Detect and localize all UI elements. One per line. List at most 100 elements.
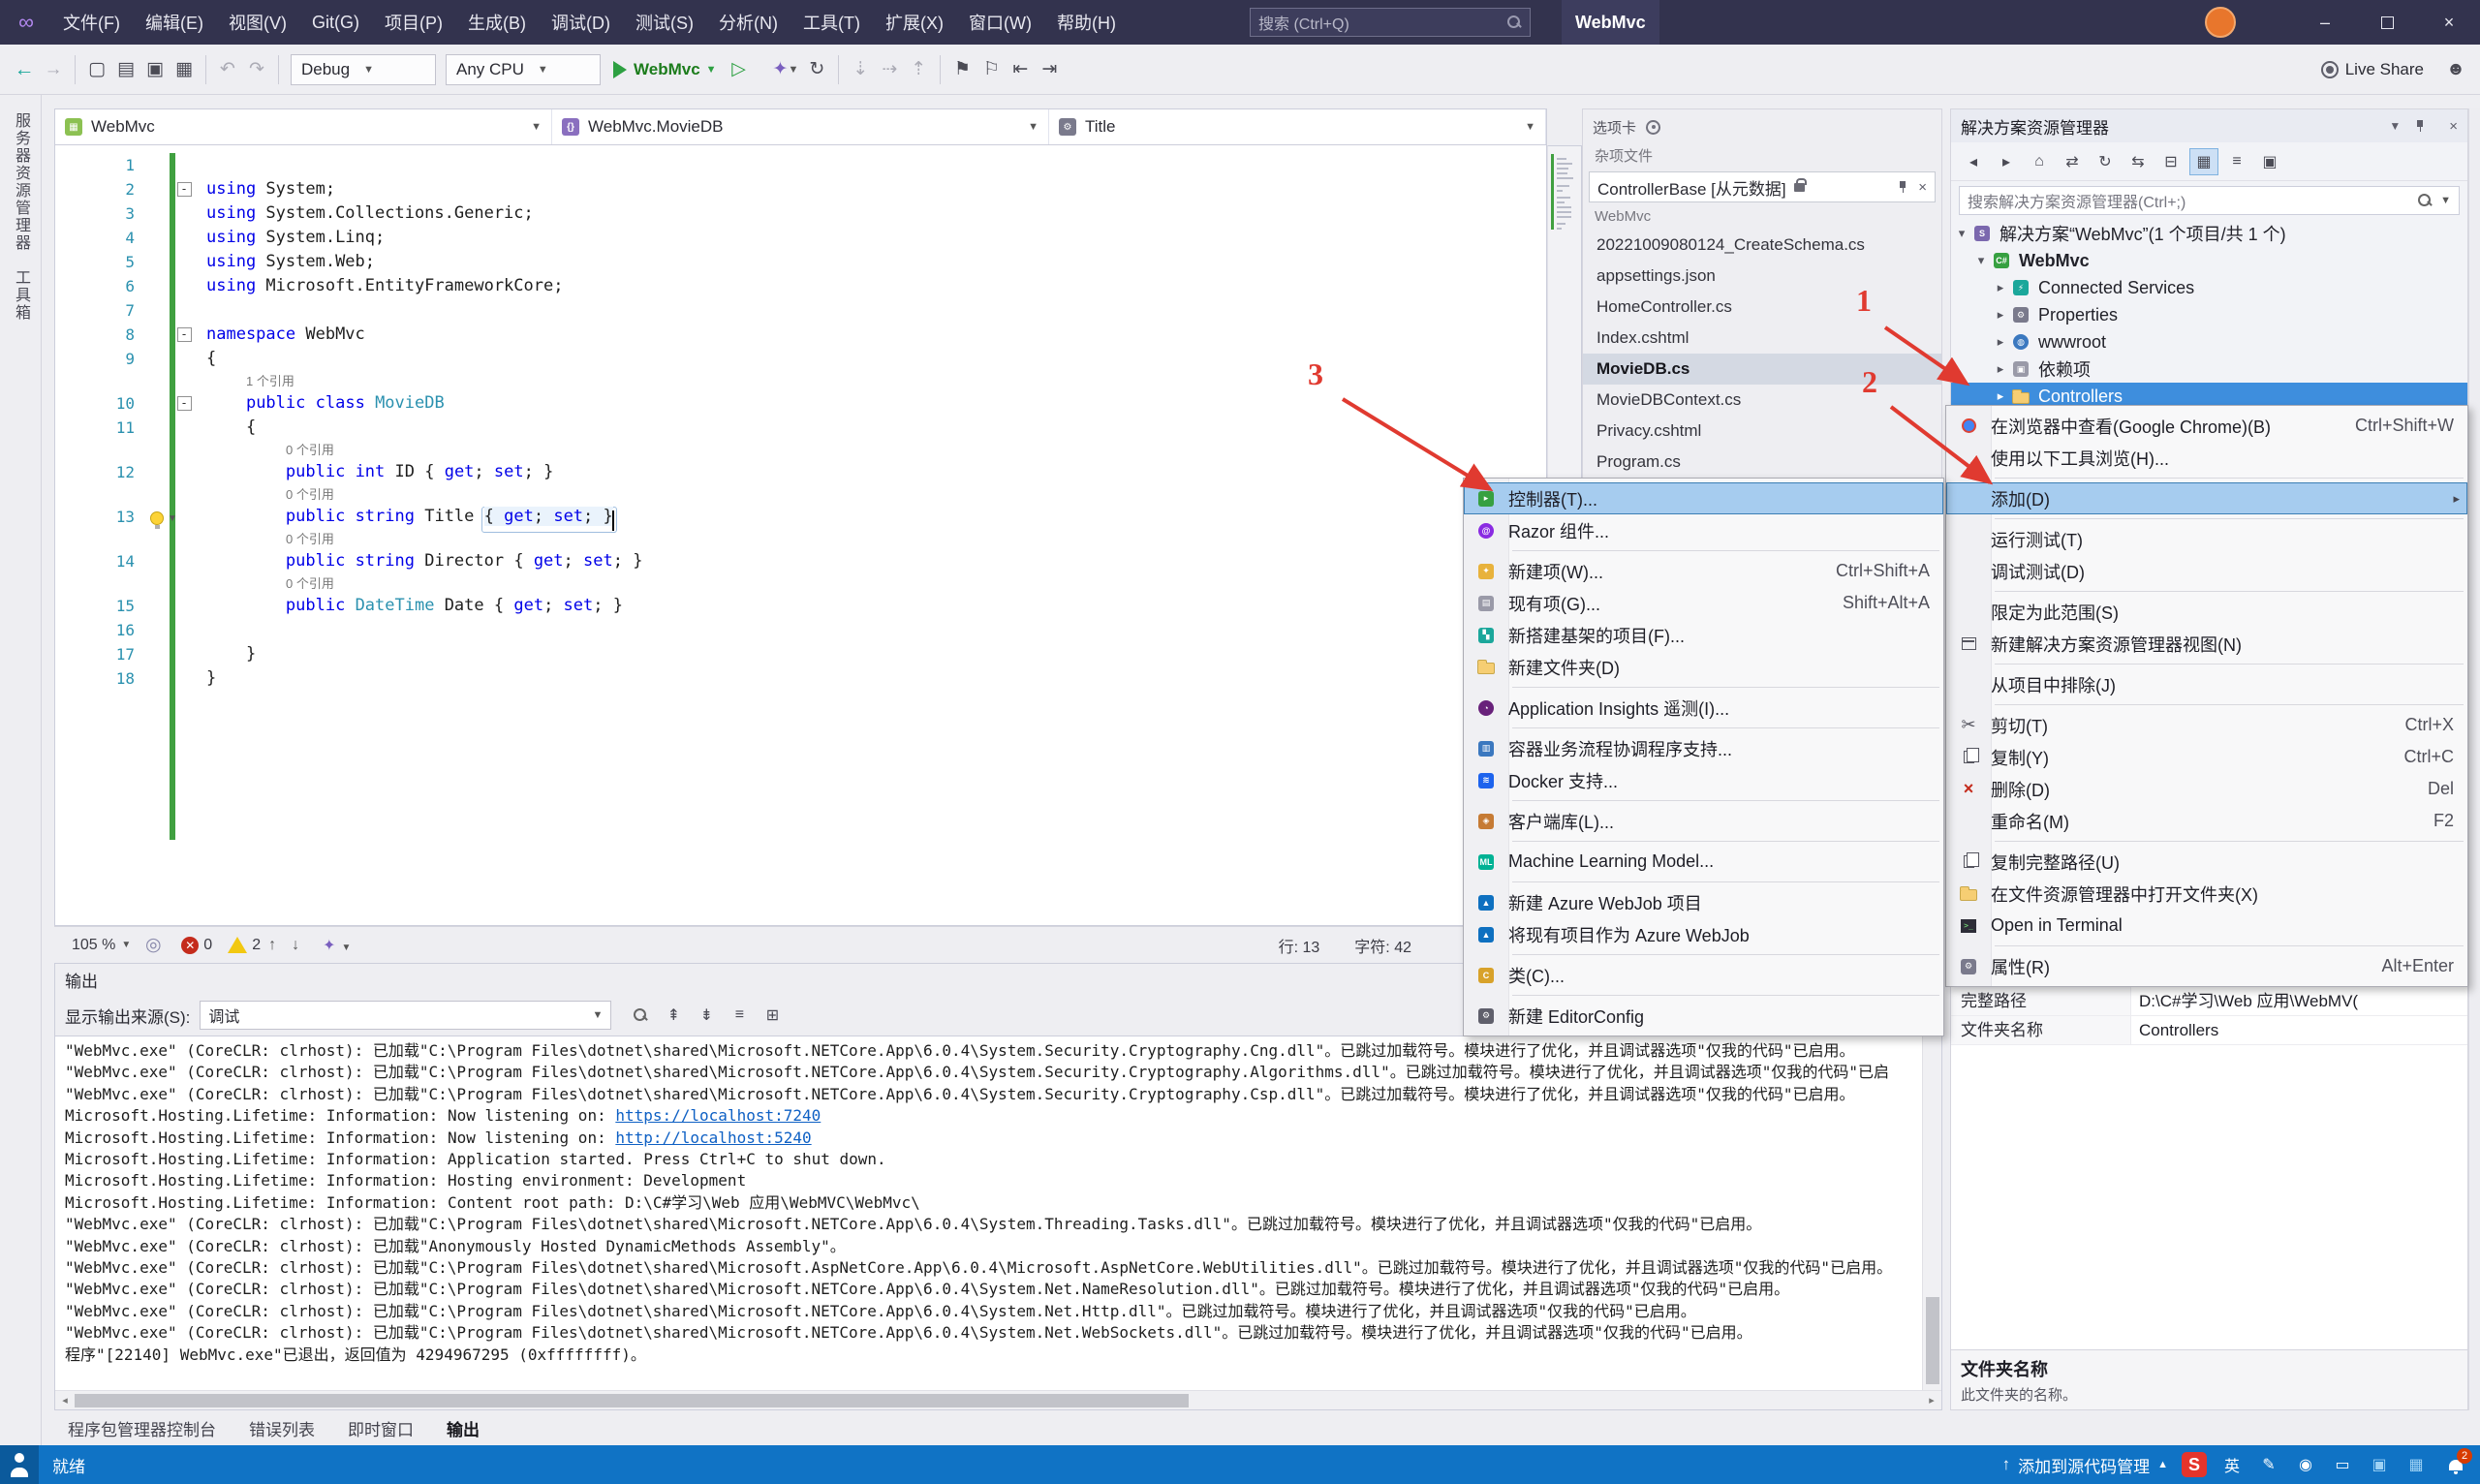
solution-explorer-header[interactable]: 解决方案资源管理器 ▼ × (1951, 109, 2467, 142)
document-tab-active[interactable]: MovieDB.cs (1583, 354, 1941, 385)
error-count[interactable]: 0 (203, 937, 212, 954)
output-source-dropdown[interactable]: 调试▼ (200, 1001, 611, 1030)
bookmark-next-button[interactable]: ⚐ (976, 52, 1006, 87)
menu-view[interactable]: 视图(V) (216, 0, 299, 45)
menu-item-delete[interactable]: × 删除(D) Del (1946, 773, 2467, 805)
maximize-button[interactable] (2356, 0, 2418, 45)
bookmark-button[interactable]: ⚑ (947, 52, 976, 87)
right-scrollbar-strip[interactable] (2468, 108, 2480, 1410)
menu-item-application-insights[interactable]: ◔ Application Insights 遥测(I)... (1464, 692, 1943, 724)
menu-help[interactable]: 帮助(H) (1044, 0, 1129, 45)
menu-item-copy-full-path[interactable]: 复制完整路径(U) (1946, 846, 2467, 878)
goto-previous-message-icon[interactable]: ⇞ (660, 1003, 687, 1028)
sync-with-active-document-icon[interactable]: ⇆ (2124, 148, 2153, 175)
menu-item-new-folder[interactable]: 新建文件夹(D) (1464, 651, 1943, 683)
menu-item-scope-to-this[interactable]: 限定为此范围(S) (1946, 596, 2467, 628)
properties-icon[interactable]: ≡ (2222, 148, 2251, 175)
show-all-files-icon[interactable]: ▦ (2189, 148, 2218, 175)
settings-icon[interactable]: ▣ (2368, 1455, 2391, 1474)
menu-item-new-solution-explorer-view[interactable]: 新建解决方案资源管理器视图(N) (1946, 628, 2467, 660)
lightbulb-icon[interactable]: ▼ (150, 508, 189, 529)
tab-immediate-window[interactable]: 即时窗口 (348, 1416, 414, 1440)
document-tab[interactable]: 20221009080124_CreateSchema.cs (1583, 230, 1941, 261)
codelens-references[interactable]: 0 个引用 (55, 484, 1546, 505)
feedback-button[interactable]: ☻ (2441, 52, 2470, 87)
menu-item-class[interactable]: C 类(C)... (1464, 959, 1943, 991)
document-tab[interactable]: appsettings.json (1583, 261, 1941, 292)
scroll-right-icon[interactable]: ▸ (1922, 1394, 1941, 1407)
menu-item-new-item[interactable]: ✦ 新建项(W)... Ctrl+Shift+A (1464, 555, 1943, 587)
menu-item-view-in-browser[interactable]: 在浏览器中查看(Google Chrome)(B) Ctrl+Shift+W (1946, 410, 2467, 442)
toolbox-tab[interactable]: 工具箱 (9, 269, 32, 322)
zoom-dropdown[interactable]: 105 %▼ (64, 937, 139, 954)
keyboard-icon[interactable]: ▭ (2331, 1455, 2354, 1474)
tree-item-project-webmvc[interactable]: ▾ C# WebMvc (1951, 247, 2467, 274)
back-icon[interactable]: ◂ (1959, 148, 1988, 175)
sogou-input-icon[interactable]: S (2182, 1452, 2207, 1477)
menu-item-add[interactable]: 添加(D) ▸ (1946, 482, 2467, 514)
close-icon[interactable]: × (1918, 179, 1927, 196)
menu-item-existing-project-as-azure-webjob[interactable]: ▲ 将现有项目作为 Azure WebJob (1464, 918, 1943, 950)
step-into-button[interactable]: ⇣ (846, 52, 875, 87)
pin-icon[interactable] (2414, 120, 2426, 132)
start-without-debugging-button[interactable]: ▷ (725, 52, 754, 87)
account-avatar[interactable] (2205, 7, 2236, 38)
layout-icon[interactable]: ▦ (2404, 1455, 2428, 1474)
step-out-button[interactable]: ⇡ (904, 52, 933, 87)
quick-search-input[interactable]: 搜索 (Ctrl+Q) (1250, 8, 1531, 37)
menu-item-exclude-from-project[interactable]: 从项目中排除(J) (1946, 668, 2467, 700)
menu-item-new-scaffolded-item[interactable]: ▚ 新搭建基架的项目(F)... (1464, 619, 1943, 651)
output-vertical-scrollbar[interactable] (1922, 1036, 1941, 1392)
menu-item-client-side-library[interactable]: ◈ 客户端库(L)... (1464, 805, 1943, 837)
tab-output[interactable]: 输出 (447, 1416, 480, 1440)
previous-issue-button[interactable]: ↑ (268, 937, 276, 954)
add-to-source-control-button[interactable]: ↑ 添加到源代码管理 ▲ (2002, 1453, 2168, 1477)
chevron-down-icon[interactable]: ▼ (2389, 119, 2401, 133)
document-health-icon[interactable]: ◎ (139, 928, 168, 963)
menu-build[interactable]: 生成(B) (455, 0, 539, 45)
code-editor[interactable]: ▼ 1 2-using System; 3using System.Collec… (54, 145, 1547, 926)
next-issue-button[interactable]: ↓ (292, 937, 299, 954)
step-over-button[interactable]: ⇢ (875, 52, 904, 87)
menu-item-rename[interactable]: 重命名(M) F2 (1946, 805, 2467, 837)
member-dropdown[interactable]: ⚙ Title▼ (1049, 109, 1546, 144)
menu-item-controller[interactable]: ▸ 控制器(T)... (1464, 482, 1943, 514)
forward-icon[interactable]: ▸ (1992, 148, 2021, 175)
tree-item-dependencies[interactable]: ▸ ▣ 依赖项 (1951, 356, 2467, 383)
codelens-references[interactable]: 1 个引用 (55, 371, 1546, 391)
menu-item-browse-with[interactable]: 使用以下工具浏览(H)... (1946, 442, 2467, 474)
tree-item-properties[interactable]: ▸ ⚙ Properties (1951, 301, 2467, 328)
solution-platform-dropdown[interactable]: Any CPU▼ (446, 54, 601, 85)
undo-button[interactable]: ↶ (213, 52, 242, 87)
pin-icon[interactable] (1897, 181, 1908, 193)
output-horizontal-scrollbar[interactable]: ◂ ▸ (55, 1390, 1941, 1409)
close-icon[interactable]: × (2449, 118, 2458, 135)
tree-item-solution[interactable]: ▾ S 解决方案“WebMvc”(1 个项目/共 1 个) (1951, 220, 2467, 247)
menu-tools[interactable]: 工具(T) (790, 0, 873, 45)
hot-reload-button[interactable]: ✦▼ (769, 52, 803, 87)
output-log[interactable]: "WebMvc.exe" (CoreCLR: clrhost): 已加载"C:\… (55, 1036, 1922, 1392)
save-all-button[interactable]: ▦ (170, 52, 199, 87)
save-button[interactable]: ▣ (140, 52, 170, 87)
tab-error-list[interactable]: 错误列表 (249, 1416, 315, 1440)
solution-configuration-dropdown[interactable]: Debug▼ (291, 54, 436, 85)
menu-item-properties[interactable]: ⚙ 属性(R) Alt+Enter (1946, 950, 2467, 982)
menu-item-open-in-terminal[interactable]: >_ Open in Terminal (1946, 910, 2467, 942)
open-file-button[interactable]: ▤ (111, 52, 140, 87)
redo-button[interactable]: ↷ (242, 52, 271, 87)
solution-explorer-search-input[interactable]: 搜索解决方案资源管理器(Ctrl+;) ▼ (1959, 186, 2460, 215)
document-tab-controllerbase[interactable]: ControllerBase [从元数据] × (1589, 171, 1936, 202)
pencil-icon[interactable]: ✎ (2257, 1455, 2280, 1474)
new-project-button[interactable]: ▢ (82, 52, 111, 87)
menu-item-debug-tests[interactable]: 调试测试(D) (1946, 555, 2467, 587)
menu-item-new-editorconfig[interactable]: ⚙ 新建 EditorConfig (1464, 1000, 1943, 1032)
document-tab[interactable]: MovieDBContext.cs (1583, 385, 1941, 416)
tree-item-connected-services[interactable]: ▸ ⚡ Connected Services (1951, 274, 2467, 301)
menu-project[interactable]: 项目(P) (372, 0, 455, 45)
microphone-icon[interactable]: ◉ (2294, 1455, 2317, 1474)
ime-language-indicator[interactable]: 英 (2220, 1453, 2244, 1476)
menu-file[interactable]: 文件(F) (50, 0, 133, 45)
scrollbar-thumb[interactable] (75, 1394, 1189, 1407)
close-button[interactable]: × (2418, 0, 2480, 45)
menu-extensions[interactable]: 扩展(X) (873, 0, 956, 45)
